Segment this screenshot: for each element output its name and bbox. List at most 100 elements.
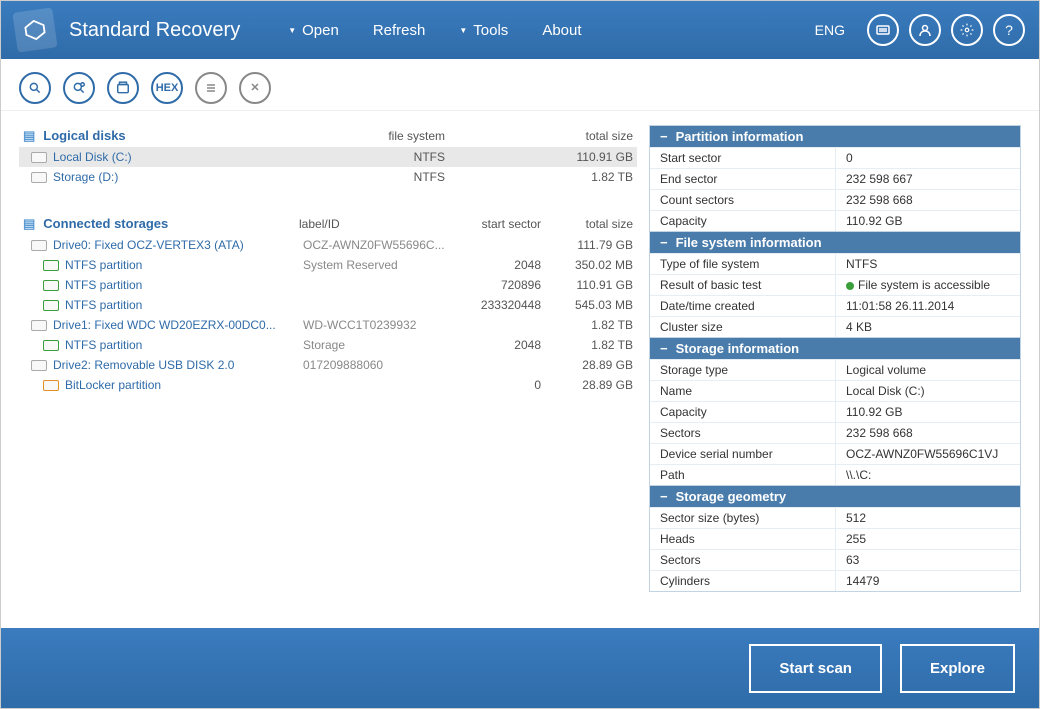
info-value: 232 598 668 [836,423,1020,443]
info-value: 63 [836,550,1020,570]
panel-fs: −File system informationType of file sys… [649,232,1021,338]
info-key: Path [650,465,836,485]
panel-header[interactable]: −Storage information [650,338,1020,359]
menu-open[interactable]: ▼Open [288,22,339,39]
partition-row[interactable]: NTFS partitionStorage20481.82 TB [19,335,637,355]
panel-storage: −Storage informationStorage typeLogical … [649,338,1021,486]
drive: Drive1: Fixed WDC WD20EZRX-00DC0... [19,315,299,335]
info-key: Heads [650,529,836,549]
image-icon[interactable] [107,72,139,104]
start-scan-button[interactable]: Start scan [749,644,882,693]
info-key: End sector [650,169,836,189]
info-row: Date/time created11:01:58 26.11.2014 [650,295,1020,316]
info-row: Sectors232 598 668 [650,422,1020,443]
drive: Drive2: Removable USB DISK 2.0 [19,355,299,375]
panel-title: Partition information [676,129,804,144]
info-value: 11:01:58 26.11.2014 [836,296,1020,316]
info-value: 14479 [836,571,1020,591]
menu-about-label: About [542,22,581,39]
panel-title: File system information [676,235,822,250]
scan-icon[interactable] [19,72,51,104]
connected-storages-header: ▤Connected storages [19,213,299,235]
info-value: 0 [836,148,1020,168]
menu-refresh[interactable]: Refresh [373,22,426,39]
list-icon[interactable] [195,72,227,104]
partition: NTFS partition [19,255,299,275]
partition-row[interactable]: BitLocker partition028.89 GB [19,375,637,395]
info-key: Sectors [650,550,836,570]
disk-table: ▤Logical disksfile systemtotal sizeLocal… [19,125,637,395]
hex-icon[interactable]: HEX [151,72,183,104]
app-title: Standard Recovery [69,19,240,42]
info-value: 110.92 GB [836,211,1020,231]
partition: NTFS partition [19,275,299,295]
drive: Drive0: Fixed OCZ-VERTEX3 (ATA) [19,235,299,255]
info-key: Capacity [650,211,836,231]
info-key: Device serial number [650,444,836,464]
partition: NTFS partition [19,335,299,355]
info-value: 255 [836,529,1020,549]
info-value: 110.92 GB [836,402,1020,422]
col-filesystem: file system [299,125,449,147]
footer-bar: Start scan Explore [1,628,1039,708]
toolbar: HEX ✕ [1,65,1039,111]
main-area: ▤Logical disksfile systemtotal sizeLocal… [1,111,1039,616]
info-row: Heads255 [650,528,1020,549]
info-value: Local Disk (C:) [836,381,1020,401]
panel-header[interactable]: −Partition information [650,126,1020,147]
user-icon[interactable] [909,14,941,46]
panel-title: Storage geometry [676,489,787,504]
menu-tools-label: Tools [473,22,508,39]
menu-tools[interactable]: ▼Tools [459,22,508,39]
menu-about[interactable]: About [542,22,581,39]
help-icon[interactable]: ? [993,14,1025,46]
collapse-icon[interactable]: − [660,235,668,250]
collapse-icon[interactable]: − [660,489,668,504]
partition: BitLocker partition [19,375,299,395]
info-key: Result of basic test [650,275,836,295]
collapse-icon[interactable]: − [660,341,668,356]
info-key: Capacity [650,402,836,422]
info-row: Count sectors232 598 668 [650,189,1020,210]
menu-refresh-label: Refresh [373,22,426,39]
info-value: 512 [836,508,1020,528]
drive-row[interactable]: Drive2: Removable USB DISK 2.00172098880… [19,355,637,375]
col-label: label/ID [299,213,449,235]
explore-button[interactable]: Explore [900,644,1015,693]
info-key: Start sector [650,148,836,168]
info-value: 232 598 667 [836,169,1020,189]
info-row: Capacity110.92 GB [650,401,1020,422]
app-logo-icon [12,7,57,52]
logical-disk-row[interactable]: Storage (D:)NTFS1.82 TB [19,167,637,187]
logical-disk-row[interactable]: Local Disk (C:)NTFS110.91 GB [19,147,637,167]
main-menu: ▼Open Refresh ▼Tools About [288,22,581,39]
info-value: NTFS [836,254,1020,274]
settings-icon[interactable] [951,14,983,46]
partition-row[interactable]: NTFS partition720896110.91 GB [19,275,637,295]
partition: NTFS partition [19,295,299,315]
col-total-size: total size [545,125,637,147]
info-row: Sector size (bytes)512 [650,507,1020,528]
partition-row[interactable]: NTFS partitionSystem Reserved2048350.02 … [19,255,637,275]
resume-scan-icon[interactable] [63,72,95,104]
info-row: Device serial numberOCZ-AWNZ0FW55696C1VJ [650,443,1020,464]
caret-down-icon: ▼ [288,26,296,35]
close-icon[interactable]: ✕ [239,72,271,104]
drive-row[interactable]: Drive0: Fixed OCZ-VERTEX3 (ATA)OCZ-AWNZ0… [19,235,637,255]
info-key: Count sectors [650,190,836,210]
info-key: Sectors [650,423,836,443]
info-row: Storage typeLogical volume [650,359,1020,380]
info-key: Cylinders [650,571,836,591]
app-header: Standard Recovery ▼Open Refresh ▼Tools A… [1,1,1039,59]
info-row: Sectors63 [650,549,1020,570]
panel-header[interactable]: −Storage geometry [650,486,1020,507]
logical-disk: Local Disk (C:) [19,147,299,167]
language-selector[interactable]: ENG [815,22,845,38]
partition-row[interactable]: NTFS partition233320448545.03 MB [19,295,637,315]
collapse-icon[interactable]: − [660,129,668,144]
license-icon[interactable] [867,14,899,46]
drive-row[interactable]: Drive1: Fixed WDC WD20EZRX-00DC0...WD-WC… [19,315,637,335]
status-dot-icon [846,282,854,290]
panel-header[interactable]: −File system information [650,232,1020,253]
info-row: Path\\.\C: [650,464,1020,485]
